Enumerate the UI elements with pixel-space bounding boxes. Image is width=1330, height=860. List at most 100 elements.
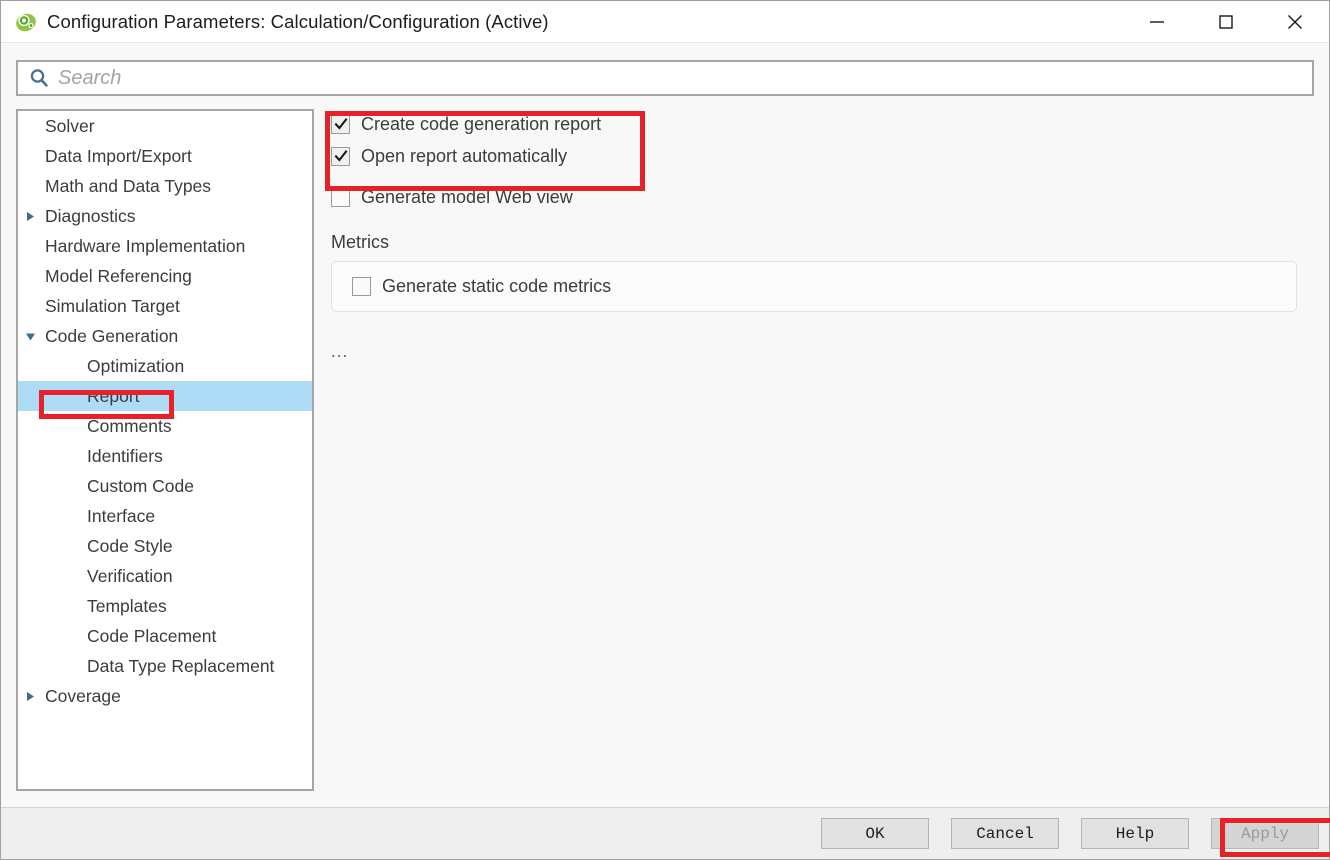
tree-arrow-spacer — [18, 561, 42, 591]
tree-item-label: Math and Data Types — [45, 175, 212, 196]
tree-arrow-spacer — [18, 651, 42, 681]
tree-arrow-spacer — [18, 441, 42, 471]
tree-item-label: Model Referencing — [45, 265, 192, 286]
tree-arrow-spacer — [18, 501, 42, 531]
tree-item-custom-code[interactable]: Custom Code — [18, 471, 312, 501]
close-icon — [1287, 14, 1302, 29]
tree-arrow-spacer — [18, 381, 42, 411]
checkbox-row-create-code-generation-report[interactable]: Create code generation report — [331, 109, 1329, 139]
tree-arrow-spacer — [18, 291, 42, 321]
generate-model-web-view-label: Generate model Web view — [361, 186, 573, 207]
tree-arrow-spacer — [18, 621, 42, 651]
window-controls — [1122, 1, 1329, 42]
tree-item-label: Simulation Target — [45, 295, 180, 316]
chevron-right-icon — [26, 691, 34, 701]
generate-static-code-metrics-checkbox[interactable] — [352, 277, 371, 296]
tree-item-diagnostics[interactable]: Diagnostics — [18, 201, 312, 231]
main-area: Solver Data Import/Export Math and Data Ty… — [1, 96, 1329, 807]
tree-arrow-spacer — [18, 171, 42, 201]
title-bar: Configuration Parameters: Calculation/Co… — [1, 1, 1329, 43]
tree-item-interface[interactable]: Interface — [18, 501, 312, 531]
tree-item-code-style[interactable]: Code Style — [18, 531, 312, 561]
more-options-indicator: ... — [331, 342, 349, 361]
maximize-icon — [1218, 14, 1233, 29]
checkbox-row-open-report-automatically[interactable]: Open report automatically — [331, 141, 1329, 171]
tree-item-label: Diagnostics — [45, 205, 136, 226]
tree-arrow-spacer — [18, 351, 42, 381]
tree-arrow-spacer — [18, 231, 42, 261]
search-input[interactable]: Search — [16, 60, 1314, 96]
checkbox-row-generate-model-web-view[interactable]: Generate model Web view — [331, 182, 1329, 212]
help-button-label: Help — [1115, 824, 1155, 843]
apply-button: Apply — [1211, 818, 1319, 849]
chevron-right-icon[interactable] — [18, 681, 42, 711]
tree-item-label: Solver — [45, 115, 95, 136]
search-placeholder: Search — [58, 66, 122, 89]
tree-item-identifiers[interactable]: Identifiers — [18, 441, 312, 471]
search-icon — [30, 69, 48, 87]
close-button[interactable] — [1260, 1, 1329, 42]
tree-item-model-referencing[interactable]: Model Referencing — [18, 261, 312, 291]
apply-button-label: Apply — [1240, 824, 1289, 843]
checkmark-icon — [334, 118, 347, 130]
configuration-parameters-dialog: Configuration Parameters: Calculation/Co… — [0, 0, 1330, 860]
tree-item-label: Optimization — [87, 355, 185, 376]
chevron-right-icon — [26, 211, 34, 221]
tree-arrow-spacer — [18, 261, 42, 291]
generate-static-code-metrics-label: Generate static code metrics — [382, 276, 612, 296]
tree-item-label: Interface — [87, 505, 156, 526]
minimize-button[interactable] — [1122, 1, 1191, 42]
tree-item-label: Code Generation — [45, 325, 179, 346]
tree-item-data-type-replacement[interactable]: Data Type Replacement — [18, 651, 312, 681]
tree-item-solver[interactable]: Solver — [18, 111, 312, 141]
tree-item-code-placement[interactable]: Code Placement — [18, 621, 312, 651]
tree-item-math-and-data-types[interactable]: Math and Data Types — [18, 171, 312, 201]
tree-item-verification[interactable]: Verification — [18, 561, 312, 591]
tree-item-label: Code Placement — [87, 625, 217, 646]
help-button[interactable]: Help — [1081, 818, 1189, 849]
tree-item-comments[interactable]: Comments — [18, 411, 312, 441]
ok-button-label: OK — [865, 824, 885, 843]
open-report-automatically-label: Open report automatically — [361, 145, 568, 166]
create-code-generation-report-checkbox[interactable] — [331, 114, 350, 134]
cancel-button[interactable]: Cancel — [951, 818, 1059, 849]
generate-model-web-view-checkbox[interactable] — [331, 187, 350, 207]
tree-item-label: Code Style — [87, 535, 173, 556]
tree-item-hardware-implementation[interactable]: Hardware Implementation — [18, 231, 312, 261]
report-pane: Create code generation report Open repor… — [314, 109, 1329, 807]
tree-item-label: Verification — [87, 565, 173, 586]
tree-item-simulation-target[interactable]: Simulation Target — [18, 291, 312, 321]
search-area: Search — [1, 43, 1329, 96]
tree-item-report[interactable]: Report — [18, 381, 312, 411]
tree-arrow-spacer — [18, 591, 42, 621]
maximize-button[interactable] — [1191, 1, 1260, 42]
tree-item-data-import-export[interactable]: Data Import/Export — [18, 141, 312, 171]
tree-item-optimization[interactable]: Optimization — [18, 351, 312, 381]
tree-arrow-spacer — [18, 141, 42, 171]
tree-arrow-spacer — [18, 471, 42, 501]
minimize-icon — [1149, 20, 1164, 23]
tree-item-label: Data Import/Export — [45, 145, 192, 166]
tree-item-label: Templates — [87, 595, 167, 616]
tree-arrow-spacer — [18, 411, 42, 441]
simulink-config-icon — [16, 13, 36, 31]
tree-item-code-generation[interactable]: Code Generation — [18, 321, 312, 351]
metrics-panel: Generate static code metrics — [331, 261, 1297, 312]
tree-arrow-spacer — [18, 531, 42, 561]
chevron-down-icon[interactable] — [18, 321, 42, 351]
chevron-right-icon[interactable] — [18, 201, 42, 231]
cancel-button-label: Cancel — [976, 824, 1034, 843]
dialog-footer: OK Cancel Help Apply — [1, 807, 1329, 859]
tree-item-label: Custom Code — [87, 475, 194, 496]
tree-item-label: Coverage — [45, 685, 121, 706]
open-report-automatically-checkbox[interactable] — [331, 146, 350, 166]
tree-item-label: Hardware Implementation — [45, 235, 246, 256]
ok-button[interactable]: OK — [821, 818, 929, 849]
category-tree[interactable]: Solver Data Import/Export Math and Data Ty… — [16, 109, 314, 791]
checkmark-icon — [334, 150, 347, 162]
checkbox-row-generate-static-code-metrics[interactable]: Generate static code metrics — [352, 272, 611, 302]
tree-item-label: Data Type Replacement — [87, 655, 275, 676]
tree-item-templates[interactable]: Templates — [18, 591, 312, 621]
tree-arrow-spacer — [18, 111, 42, 141]
tree-item-coverage[interactable]: Coverage — [18, 681, 312, 711]
